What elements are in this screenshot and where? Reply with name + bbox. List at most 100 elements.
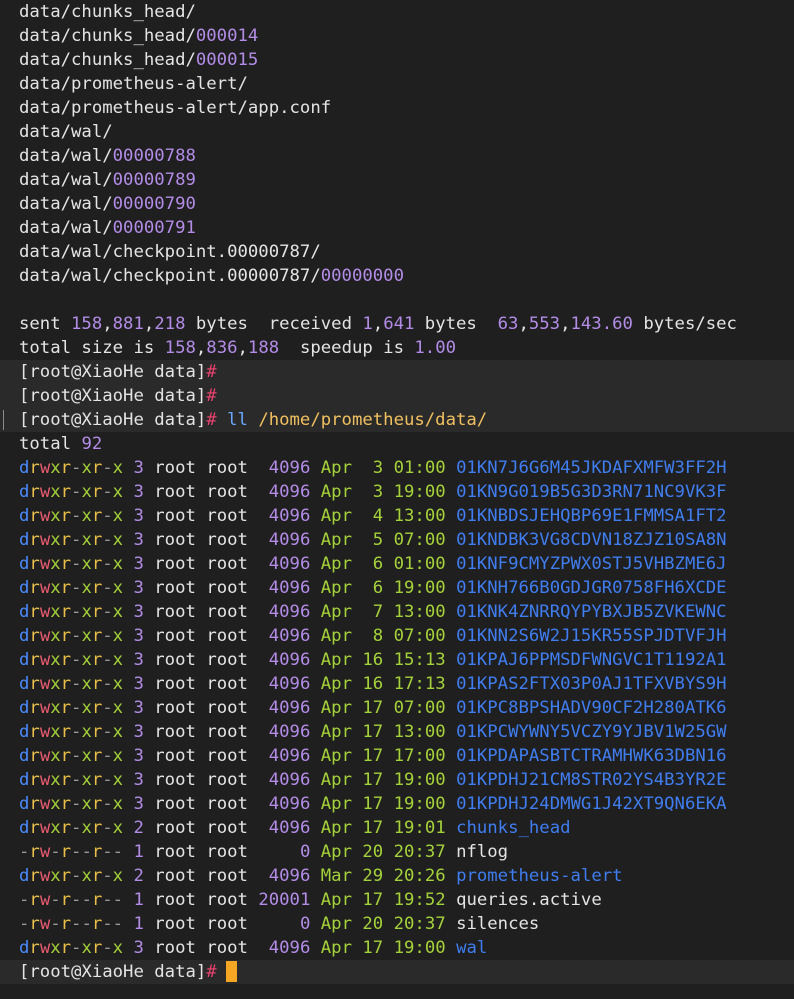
month: Apr: [320, 602, 352, 622]
prompt-text: [root@XiaoHe data]: [19, 386, 207, 406]
owner: root: [154, 650, 196, 670]
comma: ,: [102, 314, 113, 334]
file-path: data/wal/: [19, 122, 113, 142]
file-size: 20001: [258, 890, 311, 910]
directory-name: chunks_head: [456, 818, 571, 838]
file-path: data/wal/checkpoint.00000787/: [19, 266, 321, 286]
day: 6: [362, 578, 384, 598]
month: Apr: [320, 626, 352, 646]
listing-row: -rw-r--r-- 1 root root 0 Apr 20 20:37 si…: [0, 912, 794, 936]
day: 16: [362, 674, 384, 694]
command-path: /home/prometheus/data/: [258, 410, 488, 430]
permissions: drwxr-xr-x: [19, 626, 124, 646]
directory-name: prometheus-alert: [456, 866, 623, 886]
day: 6: [362, 554, 384, 574]
month: Apr: [320, 674, 352, 694]
group: root: [206, 674, 248, 694]
link-count: 3: [133, 674, 144, 694]
directory-name: 01KNBDSJEHQBP69E1FMMSA1FT2: [456, 506, 727, 526]
permissions: drwxr-xr-x: [19, 770, 124, 790]
permissions: drwxr-xr-x: [19, 554, 124, 574]
day: 17: [362, 938, 384, 958]
rsync-file-line: data/wal/checkpoint.00000787/00000000: [0, 264, 794, 288]
sent-digits: 881: [112, 314, 144, 334]
owner: root: [154, 674, 196, 694]
owner: root: [154, 482, 196, 502]
file-path: data/chunks_head/: [19, 50, 196, 70]
total-digits: 836: [206, 338, 238, 358]
month: Apr: [320, 698, 352, 718]
sent-label: sent: [19, 314, 72, 334]
file-size: 4096: [258, 458, 311, 478]
file-size: 4096: [258, 698, 311, 718]
owner: root: [154, 626, 196, 646]
terminal-window[interactable]: data/chunks_head/data/chunks_head/000014…: [0, 0, 794, 999]
directory-name: 01KN9G019B5G3D3RN71NC9VK3F: [456, 482, 727, 502]
listing-row: drwxr-xr-x 3 root root 4096 Apr 17 19:00…: [0, 936, 794, 960]
file-size: 4096: [258, 578, 311, 598]
file-size: 4096: [258, 674, 311, 694]
group: root: [206, 554, 248, 574]
listing-row: drwxr-xr-x 3 root root 4096 Apr 16 15:13…: [0, 648, 794, 672]
time: 17:13: [393, 674, 446, 694]
rate-unit: bytes/sec: [632, 314, 737, 334]
link-count: 1: [133, 890, 144, 910]
file-path: data/wal/: [19, 170, 113, 190]
month: Apr: [320, 794, 352, 814]
listing-row: drwxr-xr-x 3 root root 4096 Apr 17 07:00…: [0, 696, 794, 720]
link-count: 3: [133, 458, 144, 478]
month: Apr: [320, 578, 352, 598]
owner: root: [154, 914, 196, 934]
time: 19:00: [393, 770, 446, 790]
directory-name: 01KN7J6G6M45JKDAFXMFW3FF2H: [456, 458, 727, 478]
directory-name: 01KPAJ6PPMSDFWNGVC1T1192A1: [456, 650, 727, 670]
rsync-summary-sent: sent 158,881,218 bytes received 1,641 by…: [0, 312, 794, 336]
link-count: 3: [133, 770, 144, 790]
permissions: drwxr-xr-x: [19, 458, 124, 478]
link-count: 3: [133, 746, 144, 766]
file-size: 4096: [258, 818, 311, 838]
permissions: -rw-r--r--: [19, 890, 124, 910]
file-size: 4096: [258, 530, 311, 550]
prompt-hash: #: [206, 386, 217, 406]
group: root: [206, 506, 248, 526]
time: 20:37: [393, 914, 446, 934]
owner: root: [154, 746, 196, 766]
group: root: [206, 650, 248, 670]
file-path: data/prometheus-alert/app.conf: [19, 98, 332, 118]
owner: root: [154, 602, 196, 622]
active-prompt-line[interactable]: [root@XiaoHe data]#: [0, 960, 794, 984]
time: 15:13: [393, 650, 446, 670]
listing-row: drwxr-xr-x 3 root root 4096 Apr 16 17:13…: [0, 672, 794, 696]
listing-row: drwxr-xr-x 3 root root 4096 Apr 5 07:00 …: [0, 528, 794, 552]
file-path: data/prometheus-alert/: [19, 74, 248, 94]
time: 01:00: [393, 554, 446, 574]
owner: root: [154, 506, 196, 526]
file-size: 4096: [258, 722, 311, 742]
permissions: drwxr-xr-x: [19, 794, 124, 814]
permissions: drwxr-xr-x: [19, 482, 124, 502]
comma: ,: [195, 338, 207, 358]
file-size: 4096: [258, 554, 311, 574]
rate-digits: 553: [528, 314, 561, 334]
time: 19:00: [393, 482, 446, 502]
file-number: 00000000: [320, 266, 404, 286]
total-size-label: total size is: [19, 338, 165, 358]
month: Apr: [320, 530, 352, 550]
listing-row: drwxr-xr-x 2 root root 4096 Mar 29 20:26…: [0, 864, 794, 888]
total-digits: 158: [164, 338, 196, 358]
group: root: [206, 818, 248, 838]
listing-row: drwxr-xr-x 3 root root 4096 Apr 3 01:00 …: [0, 456, 794, 480]
link-count: 3: [133, 938, 144, 958]
speedup-label: speedup is: [279, 338, 415, 358]
rsync-file-line: data/wal/00000789: [0, 168, 794, 192]
month: Apr: [320, 842, 352, 862]
link-count: 3: [133, 650, 144, 670]
link-count: 3: [133, 626, 144, 646]
listing-row: drwxr-xr-x 3 root root 4096 Apr 17 19:00…: [0, 768, 794, 792]
text-cursor[interactable]: [225, 961, 237, 982]
listing-row: drwxr-xr-x 3 root root 4096 Apr 3 19:00 …: [0, 480, 794, 504]
group: root: [206, 602, 248, 622]
prompt-text: [root@XiaoHe data]: [19, 962, 207, 982]
month: Mar: [320, 866, 352, 886]
